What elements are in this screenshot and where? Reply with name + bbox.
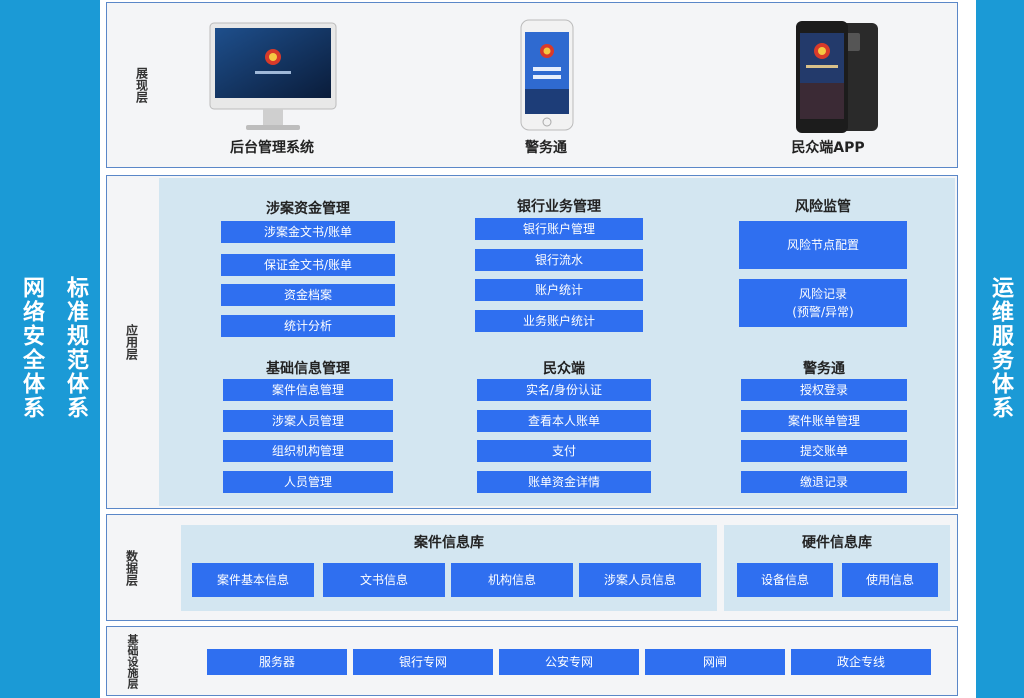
app-item-box: 组织机构管理 xyxy=(223,440,393,462)
application-layer: 应用层 涉案资金管理 涉案金文书/账单 保证金文书/账单 资金档案 统计分析 银… xyxy=(106,175,958,509)
app-item-box: 提交账单 xyxy=(741,440,907,462)
case-db-panel: 案件信息库 案件基本信息 文书信息 机构信息 涉案人员信息 xyxy=(181,525,717,611)
app-item-box-risk-record: 风险记录 (预警/异常) xyxy=(739,279,907,327)
layer-label: 展现层 xyxy=(134,67,149,103)
smartphone-icon xyxy=(520,19,574,131)
layer-label: 基础设施层 xyxy=(126,633,139,689)
app-item-box: 查看本人账单 xyxy=(477,410,651,432)
standards-label: 标准规范体系 xyxy=(63,276,88,420)
app-item-box: 人员管理 xyxy=(223,471,393,493)
risk-record-label: 风险记录 xyxy=(798,287,847,301)
infra-item-box: 网闸 xyxy=(645,649,785,675)
infra-layer: 基础设施层 服务器 银行专网 公安专网 网闸 政企专线 xyxy=(106,626,958,696)
app-item-box: 账户统计 xyxy=(475,279,643,301)
app-item-box: 资金档案 xyxy=(221,284,395,306)
app-item-box: 业务账户统计 xyxy=(475,310,643,332)
app-item-box: 风险节点配置 xyxy=(739,221,907,269)
group-title: 案件信息库 xyxy=(414,535,484,551)
data-item-box: 涉案人员信息 xyxy=(579,563,701,597)
app-item-box: 统计分析 xyxy=(221,315,395,337)
network-security-label: 网络安全体系 xyxy=(19,276,44,420)
group-title: 银行业务管理 xyxy=(517,199,601,215)
app-item-box: 授权登录 xyxy=(741,379,907,401)
group-title: 硬件信息库 xyxy=(802,535,872,551)
app-item-box: 实名/身份认证 xyxy=(477,379,651,401)
pres-name: 警务通 xyxy=(525,140,567,156)
layer-label: 数据层 xyxy=(124,549,139,586)
hardware-db-panel: 硬件信息库 设备信息 使用信息 xyxy=(724,525,950,611)
app-item-box: 账单资金详情 xyxy=(477,471,651,493)
group-title: 风险监管 xyxy=(795,199,851,215)
group-title: 涉案资金管理 xyxy=(266,201,350,217)
app-item-box: 银行账户管理 xyxy=(475,218,643,240)
presentation-layer: 展现层 后台管理系统 警务通 民众端APP xyxy=(106,2,958,168)
data-item-box: 设备信息 xyxy=(737,563,833,597)
app-item-box: 案件账单管理 xyxy=(741,410,907,432)
pres-item-police: 警务通 xyxy=(446,3,646,167)
desktop-monitor-icon xyxy=(209,22,337,130)
group-title: 基础信息管理 xyxy=(266,361,350,377)
data-item-box: 案件基本信息 xyxy=(192,563,314,597)
infra-item-box: 政企专线 xyxy=(791,649,931,675)
app-item-box: 案件信息管理 xyxy=(223,379,393,401)
data-item-box: 文书信息 xyxy=(323,563,445,597)
data-layer: 数据层 案件信息库 案件基本信息 文书信息 机构信息 涉案人员信息 硬件信息库 … xyxy=(106,514,958,621)
left-side-bar: 网络安全体系 标准规范体系 xyxy=(0,0,100,698)
pres-item-backend: 后台管理系统 xyxy=(172,3,372,167)
app-item-box: 银行流水 xyxy=(475,249,643,271)
infra-item-box: 公安专网 xyxy=(499,649,639,675)
risk-record-sub: (预警/异常) xyxy=(792,305,854,319)
ops-service-label: 运维服务体系 xyxy=(988,276,1013,420)
pres-name: 民众端APP xyxy=(791,140,865,156)
app-item-box: 支付 xyxy=(477,440,651,462)
pres-item-public-app: 民众端APP xyxy=(728,3,928,167)
rugged-phone-icon xyxy=(796,21,878,133)
app-item-box: 缴退记录 xyxy=(741,471,907,493)
app-item-box: 涉案金文书/账单 xyxy=(221,221,395,243)
group-title: 民众端 xyxy=(543,361,585,377)
layer-label: 应用层 xyxy=(124,324,139,360)
right-side-bar: 运维服务体系 xyxy=(976,0,1024,698)
application-panel: 涉案资金管理 涉案金文书/账单 保证金文书/账单 资金档案 统计分析 银行业务管… xyxy=(159,178,955,506)
infra-item-box: 服务器 xyxy=(207,649,347,675)
app-item-box: 保证金文书/账单 xyxy=(221,254,395,276)
infra-item-box: 银行专网 xyxy=(353,649,493,675)
data-item-box: 使用信息 xyxy=(842,563,938,597)
app-item-box: 涉案人员管理 xyxy=(223,410,393,432)
data-item-box: 机构信息 xyxy=(451,563,573,597)
group-title: 警务通 xyxy=(803,361,845,377)
pres-name: 后台管理系统 xyxy=(230,140,314,156)
